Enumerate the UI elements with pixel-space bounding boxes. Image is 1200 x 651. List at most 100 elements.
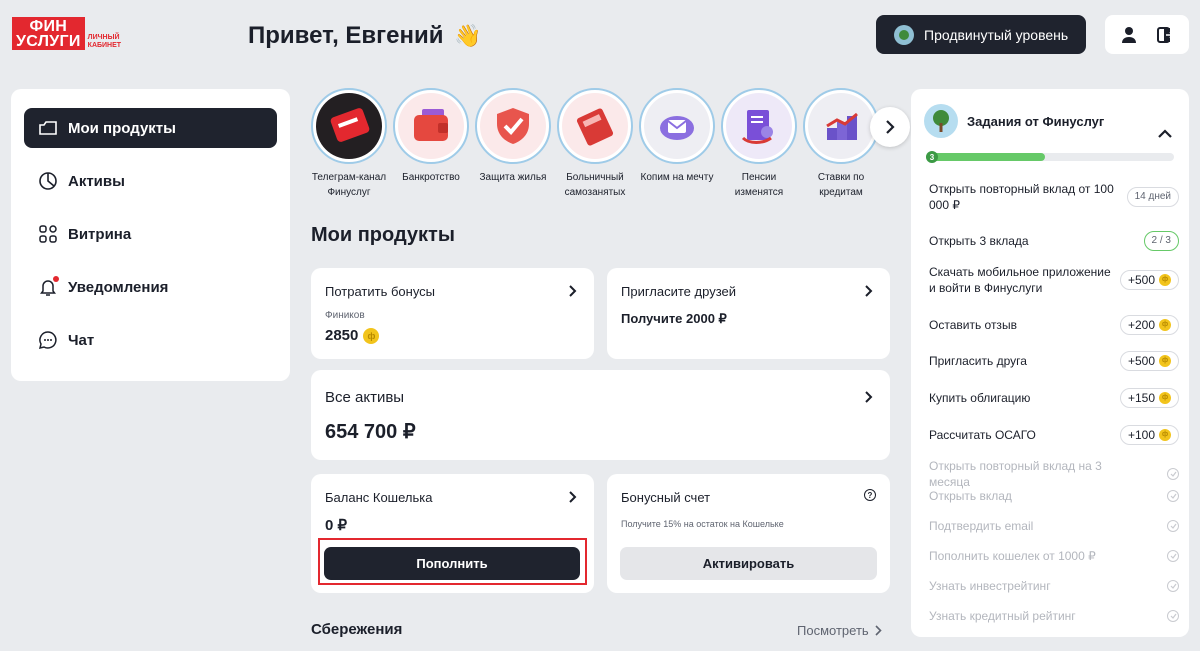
task-item[interactable]: Узнать инвестрейтинг [929, 578, 1179, 594]
sidebar-item-chat[interactable]: Чат [24, 320, 277, 360]
task-item[interactable]: Открыть 3 вклада 2 / 3 [929, 231, 1179, 251]
chevron-right-icon [569, 285, 577, 297]
reward-badge: +100 ф [1119, 425, 1179, 445]
reward-badge: +200 ф [1119, 315, 1179, 335]
chevron-right-icon[interactable] [568, 490, 578, 504]
sidebar-item-assets[interactable]: Активы [24, 161, 277, 201]
task-label: Открыть 3 вклада [929, 234, 1029, 248]
sidebar-item-notifications[interactable]: Уведомления [24, 267, 277, 307]
check-icon [1167, 468, 1179, 480]
chevron-right-icon [865, 285, 873, 297]
sidebar-item-label: Чат [68, 331, 95, 349]
sidebar-item-label: Активы [68, 172, 125, 190]
greeting: Привет, Евгений 👋 [248, 22, 482, 50]
card-title: Все активы [325, 389, 405, 406]
notification-badge [53, 276, 59, 282]
bonus-account-card: Бонусный счет ? Получите 15% на остаток … [607, 474, 890, 593]
stories-next-button[interactable] [870, 107, 910, 147]
tasks-header: Задания от Финуслуг [924, 104, 1104, 138]
calculator-icon [562, 93, 628, 159]
logout-icon[interactable] [1153, 23, 1177, 47]
sidebar-item-label: Мои продукты [68, 119, 176, 137]
task-item[interactable]: Скачать мобильное приложение и войти в Ф… [929, 264, 1179, 296]
all-assets-card[interactable]: Все активы 654 700 ₽ [311, 370, 890, 460]
tasks-progress-fill [926, 153, 1046, 161]
grid-icon [38, 224, 58, 244]
badge-text: 2 / 3 [1151, 235, 1171, 246]
activate-button[interactable]: Активировать [620, 547, 877, 580]
coin-icon: ф [363, 327, 380, 344]
sidebar-item-products[interactable]: Мои продукты [24, 108, 277, 148]
stories-carousel: Телеграм-канал Финуслуг Банкротство Защит… [309, 88, 889, 208]
task-item[interactable]: Открыть повторный вклад от 100 000 ₽ 14 д… [929, 181, 1179, 213]
see-all-label: Посмотреть [797, 623, 869, 638]
sidebar-item-showcase[interactable]: Витрина [24, 214, 277, 254]
story-credit-rates[interactable]: Ставки по кредитам [801, 88, 881, 200]
task-item[interactable]: Купить облигацию +150 ф [929, 388, 1179, 408]
bonus-currency-label: Фиников [325, 310, 365, 321]
story-bankruptcy[interactable]: Банкротство [391, 88, 471, 185]
wallet-balance: 0 ₽ [325, 517, 348, 534]
story-label: Копим на мечту [640, 172, 714, 183]
task-item[interactable]: Подтвердить email [929, 518, 1179, 534]
tree-icon [894, 24, 914, 45]
card-title: Потратить бонусы [325, 284, 436, 299]
user-icon[interactable] [1117, 23, 1141, 47]
task-label: Подтвердить email [929, 519, 1034, 533]
task-status-badge: 14 дней [1126, 187, 1179, 207]
coin-icon: ф [1159, 392, 1171, 404]
chevron-up-icon[interactable] [1158, 129, 1172, 138]
shield-icon [480, 93, 546, 159]
badge-text: +100 [1127, 428, 1155, 442]
wave-emoji: 👋 [454, 23, 482, 48]
story-sick-leave[interactable]: Больничный самозанятых [555, 88, 635, 200]
task-item[interactable]: Оставить отзыв +200 ф [929, 315, 1179, 335]
coin-icon: ф [1159, 429, 1171, 441]
task-label: Рассчитать ОСАГО [929, 428, 1036, 442]
task-item[interactable]: Узнать кредитный рейтинг [929, 608, 1179, 624]
logo-sub2: КАБИНЕТ [87, 42, 122, 49]
level-button[interactable]: Продвинутый уровень [876, 15, 1086, 54]
spend-bonuses-card[interactable]: Потратить бонусы Фиников 2850 ф [311, 268, 594, 359]
badge-text: +200 [1127, 318, 1155, 332]
check-icon [1167, 610, 1179, 622]
story-telegram[interactable]: Телеграм-канал Финуслуг [309, 88, 389, 200]
bonus-balance: 2850 ф [325, 327, 380, 344]
task-item[interactable]: Рассчитать ОСАГО +100 ф [929, 425, 1179, 445]
coin-icon: ф [1159, 274, 1171, 286]
badge-text: +500 [1127, 354, 1155, 368]
help-icon[interactable]: ? [864, 489, 876, 501]
page-title: Мои продукты [311, 224, 455, 246]
story-home-protection[interactable]: Защита жилья [473, 88, 553, 185]
task-item[interactable]: Пригласить друга +500 ф [929, 351, 1179, 371]
story-pensions[interactable]: Пенсии изменятся [719, 88, 799, 200]
logo-box: ФИН УСЛУГИ [12, 17, 85, 50]
check-icon [1167, 550, 1179, 562]
invite-friends-card[interactable]: Пригласите друзей Получите 2000 ₽ [607, 268, 890, 359]
task-item[interactable]: Открыть вклад [929, 488, 1179, 504]
story-label: Ставки по [817, 172, 865, 183]
task-label: Пополнить кошелек от 1000 ₽ [929, 549, 1096, 563]
badge-text: +500 [1127, 273, 1155, 287]
invite-reward: Получите 2000 ₽ [621, 311, 727, 326]
finuslugi-logo[interactable]: ФИН УСЛУГИ ЛИЧНЫЙ КАБИНЕТ [12, 17, 121, 50]
card-title: Пригласите друзей [621, 284, 736, 299]
logo-subtitle: ЛИЧНЫЙ КАБИНЕТ [88, 34, 121, 50]
story-label: Больничный [566, 172, 624, 183]
task-item[interactable]: Пополнить кошелек от 1000 ₽ [929, 548, 1179, 564]
header: ФИН УСЛУГИ ЛИЧНЫЙ КАБИНЕТ Привет, Евгени… [0, 0, 1200, 75]
chevron-right-icon [875, 625, 882, 636]
see-all-link[interactable]: Посмотреть [797, 623, 882, 638]
badge-text: +150 [1127, 391, 1155, 405]
logo-line2: УСЛУГИ [16, 33, 81, 50]
reward-badge: +500 ф [1119, 351, 1179, 371]
task-item[interactable]: Открыть повторный вклад на 3 месяца [929, 458, 1179, 490]
sidebar: Мои продукты Активы Витрина Уведомления … [11, 89, 290, 381]
task-label: Узнать инвестрейтинг [929, 579, 1051, 593]
envelope-icon [644, 93, 710, 159]
phone-icon [316, 93, 382, 159]
story-save-for-dream[interactable]: Копим на мечту [637, 88, 717, 185]
tree-icon [924, 104, 958, 138]
header-actions [1105, 15, 1189, 54]
chevron-right-icon [865, 391, 873, 403]
